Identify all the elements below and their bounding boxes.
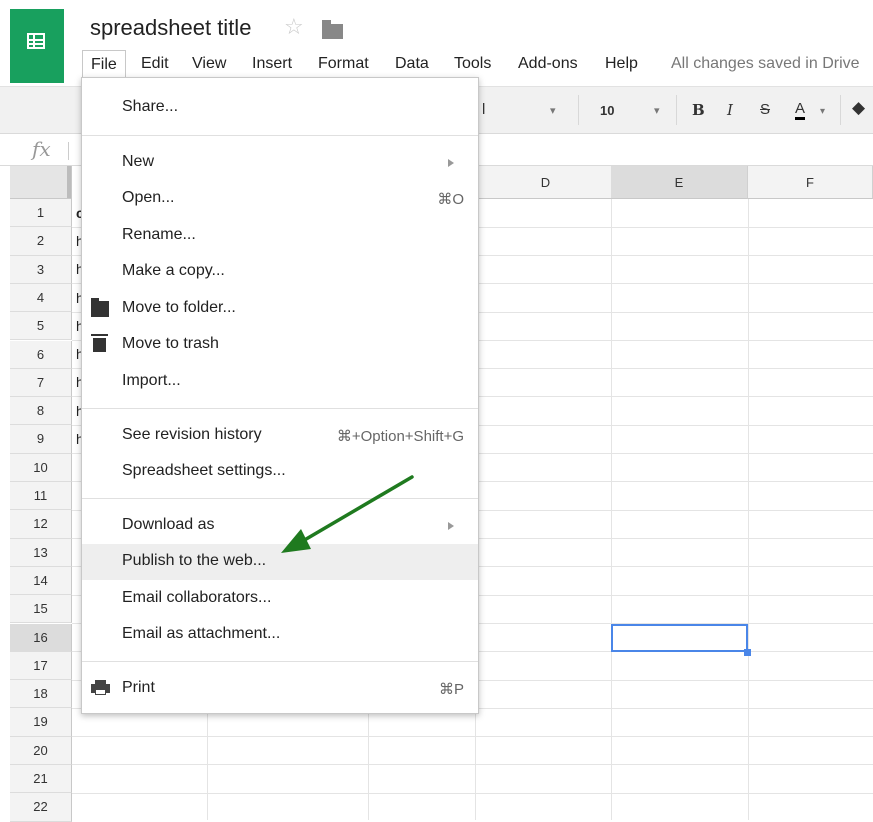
arrow-head-icon xyxy=(281,529,311,553)
arrow-shaft xyxy=(294,475,414,547)
annotation-arrow xyxy=(281,475,414,553)
